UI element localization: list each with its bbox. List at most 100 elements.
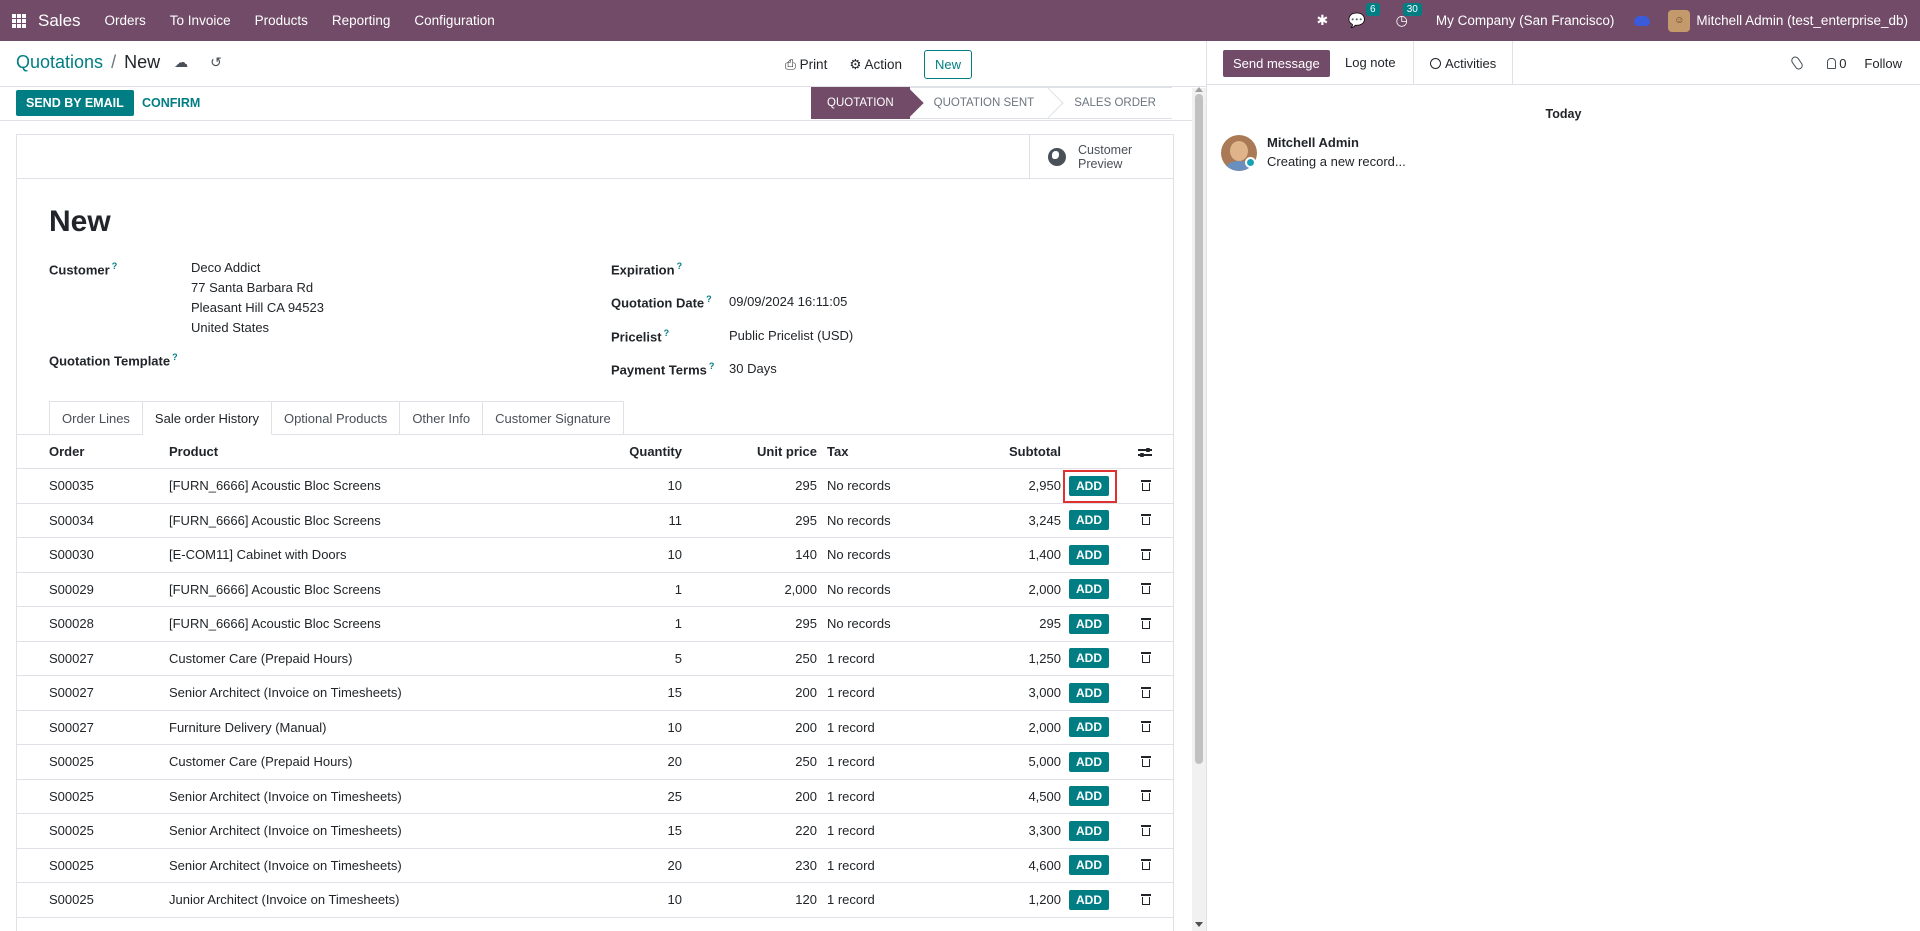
add-line-button[interactable]: ADD: [1069, 544, 1109, 565]
followers-icon[interactable]: [1827, 57, 1837, 69]
menu-reporting[interactable]: Reporting: [332, 13, 391, 28]
trash-icon[interactable]: [1141, 548, 1151, 561]
followers-count[interactable]: 0: [1839, 56, 1846, 71]
table-row[interactable]: S00027 Customer Care (Prepaid Hours) 5 250 1…: [17, 642, 1173, 676]
help-icon[interactable]: ?: [664, 328, 670, 338]
stage-sales-order[interactable]: SALES ORDER: [1050, 87, 1172, 119]
quotation-template-field[interactable]: [191, 349, 571, 369]
tab-sale-order-history[interactable]: Sale order History: [142, 401, 272, 435]
menu-configuration[interactable]: Configuration: [414, 13, 494, 28]
add-line-button[interactable]: ADD: [1069, 717, 1109, 738]
paperclip-icon[interactable]: [1789, 54, 1805, 72]
print-button[interactable]: ⎙ Print: [785, 57, 827, 73]
app-name[interactable]: Sales: [38, 11, 81, 31]
table-row[interactable]: S00025 Junior Architect (Invoice on Times…: [17, 883, 1173, 918]
menu-orders[interactable]: Orders: [105, 13, 146, 28]
table-row[interactable]: S00025 Senior Architect (Invoice on Times…: [17, 849, 1173, 883]
table-row[interactable]: S00028 [FURN_6666] Acoustic Bloc Screens 1…: [17, 607, 1173, 642]
form-scrollbar[interactable]: [1192, 87, 1206, 931]
header-tax[interactable]: Tax: [827, 435, 848, 468]
trash-icon[interactable]: [1141, 652, 1151, 664]
log-note-button[interactable]: Log note: [1345, 55, 1396, 70]
table-row[interactable]: S00025 Customer Care (Prepaid Hours) 20 250…: [17, 745, 1173, 780]
add-line-button[interactable]: ADD: [1069, 855, 1109, 876]
table-row[interactable]: S00025 Senior Architect (Invoice on Times…: [17, 814, 1173, 849]
debug-bug-icon[interactable]: ✱: [1316, 12, 1328, 29]
help-icon[interactable]: ?: [709, 361, 715, 371]
tab-optional-products[interactable]: Optional Products: [271, 401, 401, 435]
help-icon[interactable]: ?: [112, 261, 118, 271]
trash-icon[interactable]: [1141, 721, 1151, 733]
table-row[interactable]: S00035 [FURN_6666] Acoustic Bloc Screens 1…: [17, 469, 1173, 504]
stage-quotation[interactable]: QUOTATION: [811, 87, 924, 119]
breadcrumb-quotations[interactable]: Quotations: [16, 52, 103, 73]
help-icon[interactable]: ?: [706, 294, 712, 304]
pricelist-field[interactable]: Public Pricelist (USD): [729, 326, 853, 346]
add-line-button[interactable]: ADD: [1069, 786, 1109, 807]
header-subtotal[interactable]: Subtotal: [1009, 435, 1061, 468]
activities-button[interactable]: Activities: [1413, 41, 1514, 85]
trash-icon[interactable]: [1141, 824, 1151, 837]
activities-clock-icon[interactable]: ◷ 30: [1396, 3, 1422, 29]
customer-field[interactable]: Deco Addict 77 Santa Barbara Rd Pleasant…: [191, 258, 324, 338]
menu-products[interactable]: Products: [255, 13, 308, 28]
scroll-down-icon[interactable]: [1195, 922, 1203, 927]
trash-icon[interactable]: [1141, 583, 1151, 595]
apps-menu-icon[interactable]: [12, 13, 26, 28]
header-quantity[interactable]: Quantity: [629, 435, 682, 468]
trash-icon[interactable]: [1141, 859, 1151, 871]
add-line-button[interactable]: ADD: [1069, 682, 1109, 703]
message-author[interactable]: Mitchell Admin: [1267, 135, 1359, 150]
trash-icon[interactable]: [1141, 617, 1151, 630]
cloud-icon[interactable]: [1634, 15, 1651, 26]
add-line-button[interactable]: ADD: [1069, 820, 1109, 841]
discard-undo-icon[interactable]: ↺: [210, 54, 222, 71]
scroll-thumb[interactable]: [1195, 94, 1203, 764]
add-line-button[interactable]: ADD: [1069, 613, 1109, 634]
stage-quotation-sent[interactable]: QUOTATION SENT: [909, 87, 1064, 119]
table-row[interactable]: S00034 [FURN_6666] Acoustic Bloc Screens 1…: [17, 504, 1173, 538]
user-menu[interactable]: Mitchell Admin (test_enterprise_db): [1696, 13, 1908, 28]
header-product[interactable]: Product: [169, 435, 218, 468]
trash-icon[interactable]: [1141, 893, 1151, 906]
scroll-up-icon[interactable]: [1195, 87, 1203, 92]
add-line-button[interactable]: ADD: [1069, 510, 1109, 531]
add-line-button[interactable]: ADD: [1069, 751, 1109, 772]
table-row[interactable]: S00029 [FURN_6666] Acoustic Bloc Screens 1…: [17, 573, 1173, 607]
tab-other-info[interactable]: Other Info: [400, 401, 484, 435]
follow-button[interactable]: Follow: [1864, 56, 1902, 71]
send-message-button[interactable]: Send message: [1223, 50, 1330, 77]
trash-icon[interactable]: [1141, 686, 1151, 699]
table-row[interactable]: S00030 [E-COM11] Cabinet with Doors 10 140 N…: [17, 538, 1173, 573]
messages-icon[interactable]: 💬 6: [1348, 3, 1380, 29]
header-order[interactable]: Order: [49, 435, 84, 468]
add-line-button[interactable]: ADD: [1069, 579, 1109, 600]
user-avatar[interactable]: ☺: [1668, 9, 1691, 32]
payment-terms-field[interactable]: 30 Days: [729, 359, 777, 379]
help-icon[interactable]: ?: [172, 352, 178, 362]
trash-icon[interactable]: [1141, 514, 1151, 526]
table-row[interactable]: S00025 Senior Architect (Invoice on Times…: [17, 780, 1173, 814]
table-row[interactable]: S00027 Senior Architect (Invoice on Times…: [17, 676, 1173, 711]
add-line-button[interactable]: ADD: [1069, 889, 1109, 910]
tab-order-lines[interactable]: Order Lines: [49, 401, 143, 435]
tab-customer-signature[interactable]: Customer Signature: [483, 401, 624, 435]
new-button[interactable]: New: [923, 50, 972, 79]
quotation-date-field[interactable]: 09/09/2024 16:11:05: [729, 292, 847, 312]
save-cloud-icon[interactable]: ☁: [174, 54, 188, 71]
help-icon[interactable]: ?: [677, 261, 683, 271]
customer-preview-button[interactable]: Customer Preview: [1029, 135, 1173, 179]
optional-columns-toggle[interactable]: [1138, 435, 1152, 468]
expiration-field[interactable]: [729, 258, 1109, 278]
add-line-button[interactable]: ADD: [1069, 648, 1109, 669]
action-button[interactable]: ⚙ Action: [849, 57, 902, 73]
header-unit-price[interactable]: Unit price: [757, 435, 817, 468]
trash-icon[interactable]: [1141, 790, 1151, 802]
send-by-email-button[interactable]: SEND BY EMAIL: [16, 90, 134, 116]
add-line-button[interactable]: ADD: [1069, 475, 1109, 496]
trash-icon[interactable]: [1141, 755, 1151, 768]
menu-to-invoice[interactable]: To Invoice: [170, 13, 231, 28]
confirm-button[interactable]: CONFIRM: [142, 96, 200, 110]
company-switcher[interactable]: My Company (San Francisco): [1436, 13, 1615, 28]
trash-icon[interactable]: [1141, 479, 1151, 492]
